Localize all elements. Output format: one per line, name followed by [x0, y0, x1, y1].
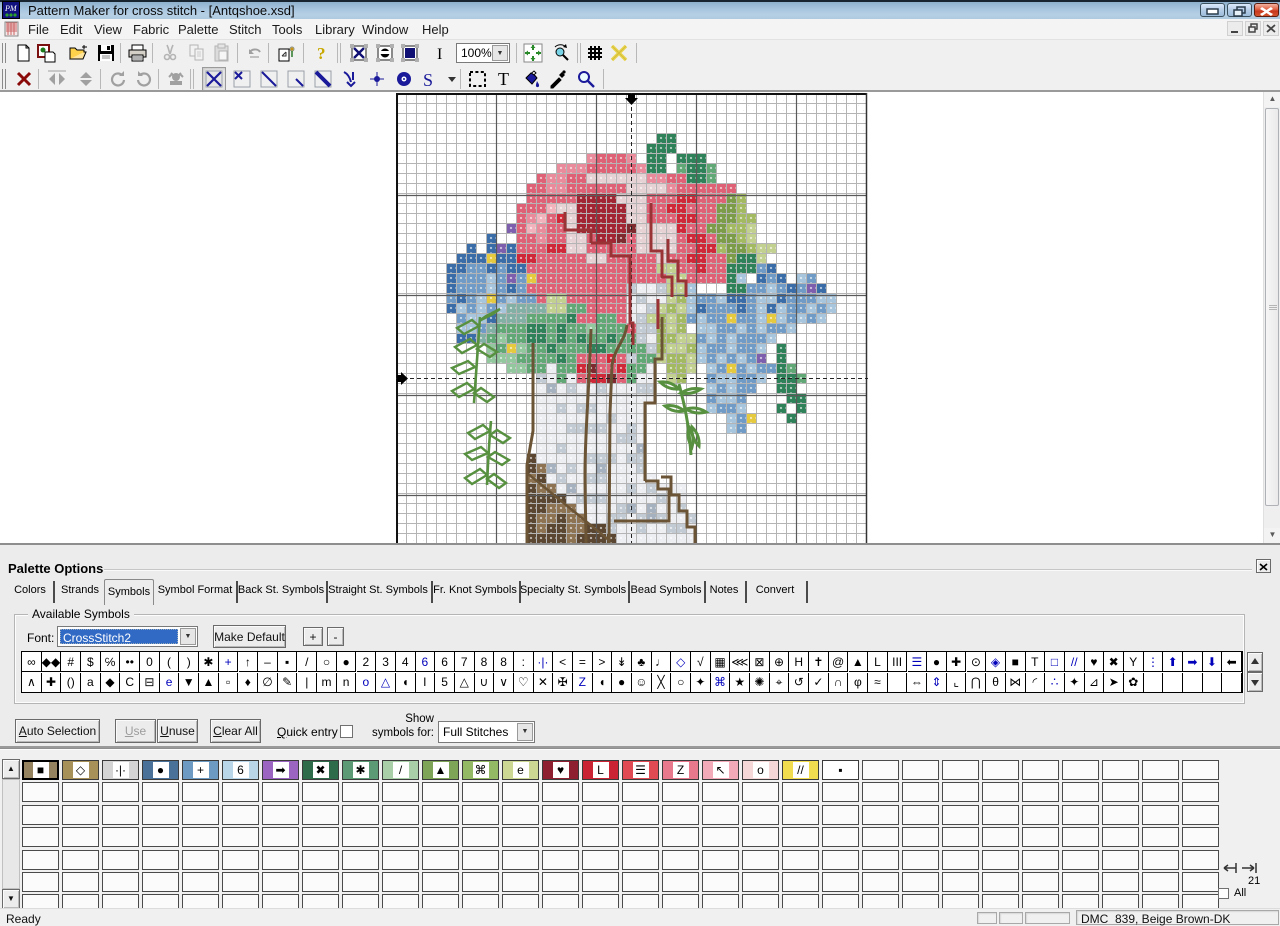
svg-text:PM: PM [4, 4, 18, 13]
svg-text:S: S [423, 70, 433, 89]
svg-text:?: ? [317, 44, 326, 63]
svg-text:I: I [437, 46, 442, 63]
svg-text:T: T [498, 69, 509, 89]
